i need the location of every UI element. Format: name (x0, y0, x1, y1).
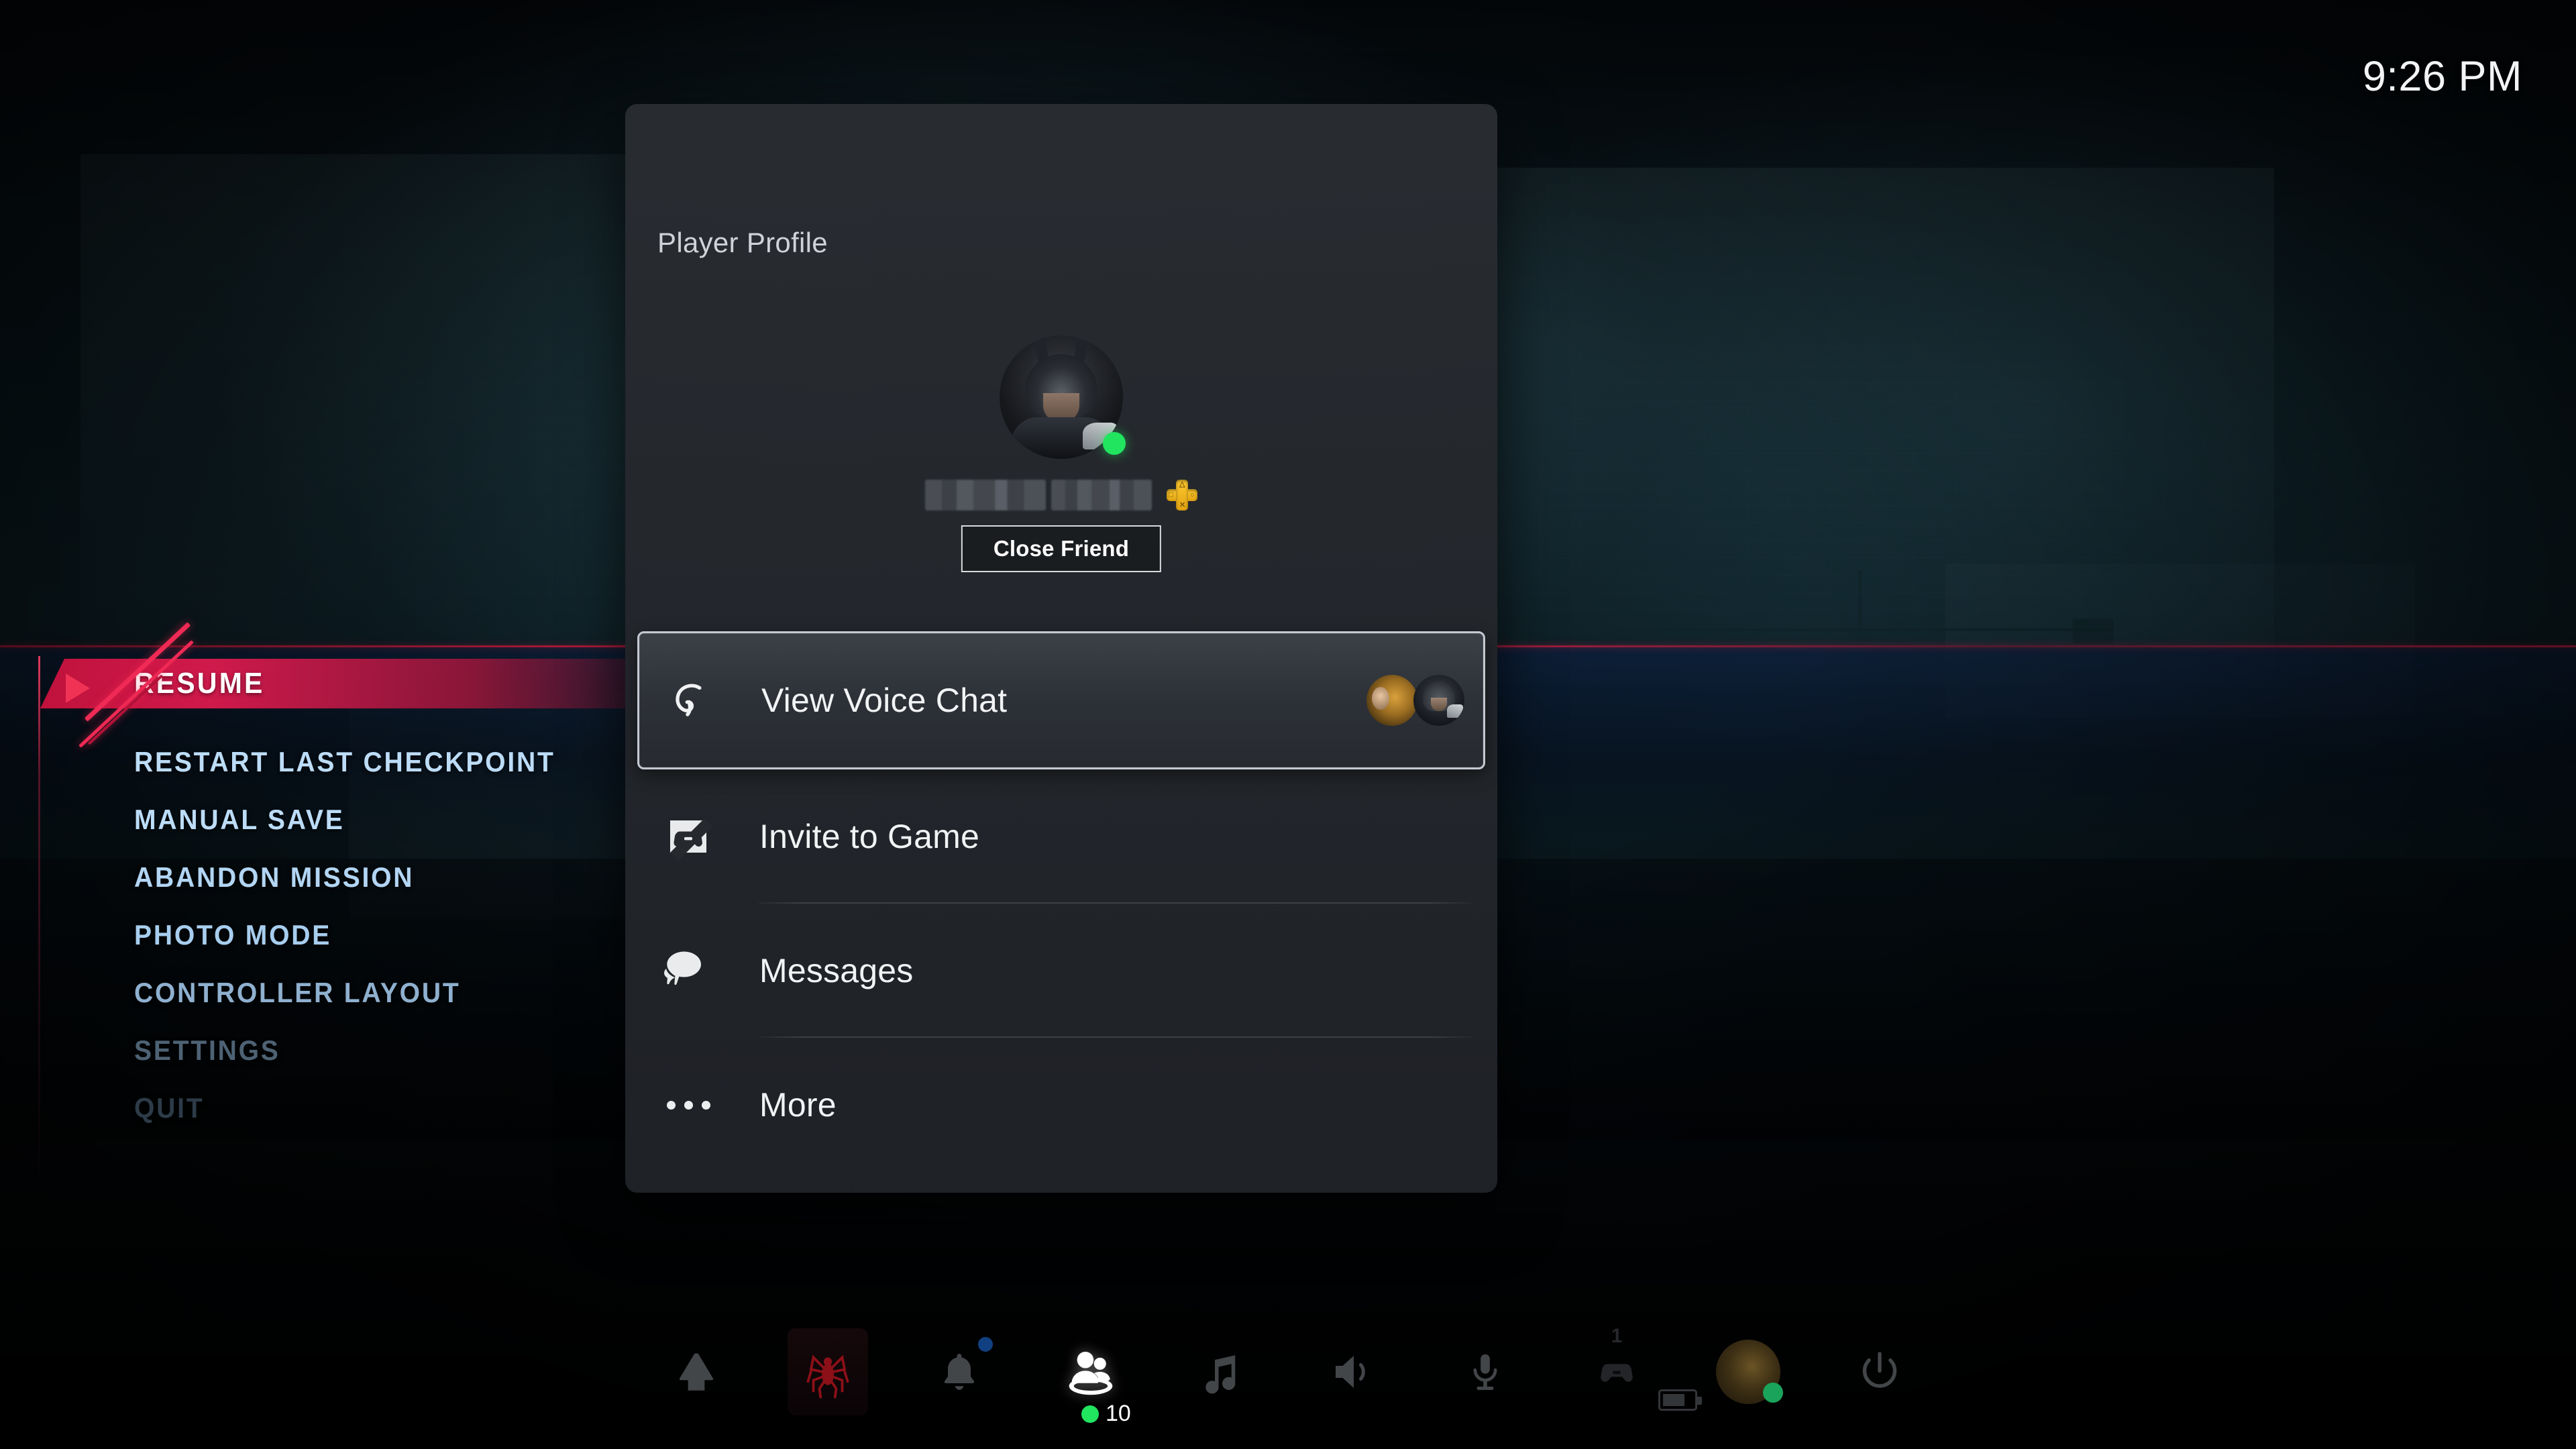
pause-item-label: MANUAL SAVE (134, 804, 345, 835)
taskbar-item-game-tile[interactable] (778, 1322, 877, 1421)
pause-item-manual-save[interactable]: MANUAL SAVE (0, 797, 657, 843)
music-note-icon (1200, 1350, 1244, 1394)
ellipsis-icon (656, 1073, 720, 1137)
username-redacted-block (925, 480, 1046, 511)
online-status-dot (1103, 432, 1126, 455)
pause-item-photo-mode[interactable]: PHOTO MODE (0, 912, 657, 958)
controller-battery-icon (1658, 1389, 1702, 1411)
bell-icon (936, 1349, 982, 1395)
spider-game-icon (788, 1328, 868, 1415)
profile-action-menu: View Voice Chat Invite to Game Messages … (625, 631, 1497, 1172)
pause-menu: RESUME RESTART LAST CHECKPOINT MANUAL SA… (0, 622, 657, 1193)
participant-cape (1447, 704, 1463, 718)
participant-avatar-2 (1413, 675, 1464, 726)
ellipsis-dot (666, 1100, 676, 1110)
pause-item-settings[interactable]: SETTINGS (0, 1028, 657, 1073)
taskbar-item-power[interactable] (1830, 1322, 1929, 1421)
friends-icon (1063, 1344, 1119, 1400)
friends-count-label: 10 (1106, 1401, 1131, 1426)
ellipsis-dots (666, 1100, 710, 1110)
menu-item-messages[interactable]: Messages (625, 904, 1497, 1038)
taskbar-item-profile[interactable] (1699, 1322, 1798, 1421)
controller-number-label: 1 (1611, 1325, 1623, 1347)
ps-square-symbol: □ (1169, 491, 1173, 499)
message-bubbles-icon (656, 938, 720, 1003)
headset-icon (658, 668, 722, 733)
pause-item-label: PHOTO MODE (134, 919, 332, 951)
ellipsis-dot (684, 1100, 693, 1110)
pause-item-quit[interactable]: QUIT (0, 1085, 657, 1131)
menu-item-more[interactable]: More (625, 1038, 1497, 1172)
system-clock: 9:26 PM (2362, 53, 2522, 100)
menu-item-label: Invite to Game (759, 818, 979, 855)
system-taskbar: 10 1 (0, 1295, 2576, 1449)
ps-cross-symbol: ✕ (1179, 501, 1186, 509)
pause-item-resume[interactable]: RESUME (40, 659, 657, 708)
profile-avatar-wrapper[interactable] (1000, 335, 1126, 459)
ellipsis-dot (701, 1100, 710, 1110)
menu-item-label: View Voice Chat (761, 682, 1008, 719)
pause-item-label: ABANDON MISSION (134, 861, 415, 893)
player-profile-panel: Player Profile △ □ ○ ✕ Close Friend View… (625, 104, 1497, 1193)
taskbar-item-sound[interactable] (1304, 1322, 1403, 1421)
menu-item-label: Messages (759, 952, 914, 989)
battery-level-fill (1663, 1394, 1684, 1406)
ps-circle-symbol: ○ (1190, 491, 1195, 499)
notification-badge-dot (978, 1337, 993, 1352)
profile-online-dot (1763, 1383, 1783, 1403)
taskbar-item-microphone[interactable] (1436, 1322, 1535, 1421)
ps-plus-icon: △ □ ○ ✕ (1167, 480, 1197, 511)
participant-avatar-1 (1366, 675, 1417, 726)
username-redacted-block-2 (1051, 480, 1152, 511)
ps-triangle-symbol: △ (1179, 480, 1185, 488)
pause-item-abandon-mission[interactable]: ABANDON MISSION (0, 855, 657, 900)
taskbar-item-home[interactable] (647, 1322, 746, 1421)
pause-item-restart-last-checkpoint[interactable]: RESTART LAST CHECKPOINT (0, 739, 657, 785)
menu-item-invite-to-game[interactable]: Invite to Game (625, 769, 1497, 904)
username-row: △ □ ○ ✕ (625, 480, 1497, 511)
taskbar-item-notifications[interactable] (910, 1322, 1009, 1421)
pause-item-label: SETTINGS (134, 1034, 280, 1066)
pause-menu-rail (38, 656, 40, 1193)
controller-icon (1590, 1345, 1644, 1399)
friends-count-badge: 10 (1081, 1401, 1131, 1427)
friends-online-dot (1081, 1405, 1099, 1423)
close-friend-button[interactable]: Close Friend (961, 525, 1162, 572)
pause-selection-arrow-icon (66, 674, 90, 703)
microphone-icon (1463, 1350, 1507, 1394)
power-icon (1856, 1348, 1904, 1396)
taskbar-item-accessories[interactable]: 1 (1567, 1322, 1702, 1421)
menu-item-view-voice-chat[interactable]: View Voice Chat (637, 631, 1485, 769)
speaker-icon (1330, 1348, 1378, 1396)
game-invite-icon (656, 804, 720, 869)
home-icon (672, 1347, 721, 1397)
pause-item-label: RESTART LAST CHECKPOINT (134, 746, 555, 777)
profile-header (625, 104, 1497, 372)
pause-item-label: CONTROLLER LAYOUT (134, 977, 461, 1008)
profile-avatar-icon (1716, 1340, 1783, 1404)
pause-item-label: QUIT (134, 1092, 205, 1124)
menu-item-label: More (759, 1086, 837, 1124)
taskbar-item-music[interactable] (1173, 1322, 1272, 1421)
taskbar-item-friends[interactable]: 10 (1041, 1322, 1140, 1426)
pause-item-controller-layout[interactable]: CONTROLLER LAYOUT (0, 970, 657, 1016)
voice-chat-participants (1366, 675, 1464, 726)
